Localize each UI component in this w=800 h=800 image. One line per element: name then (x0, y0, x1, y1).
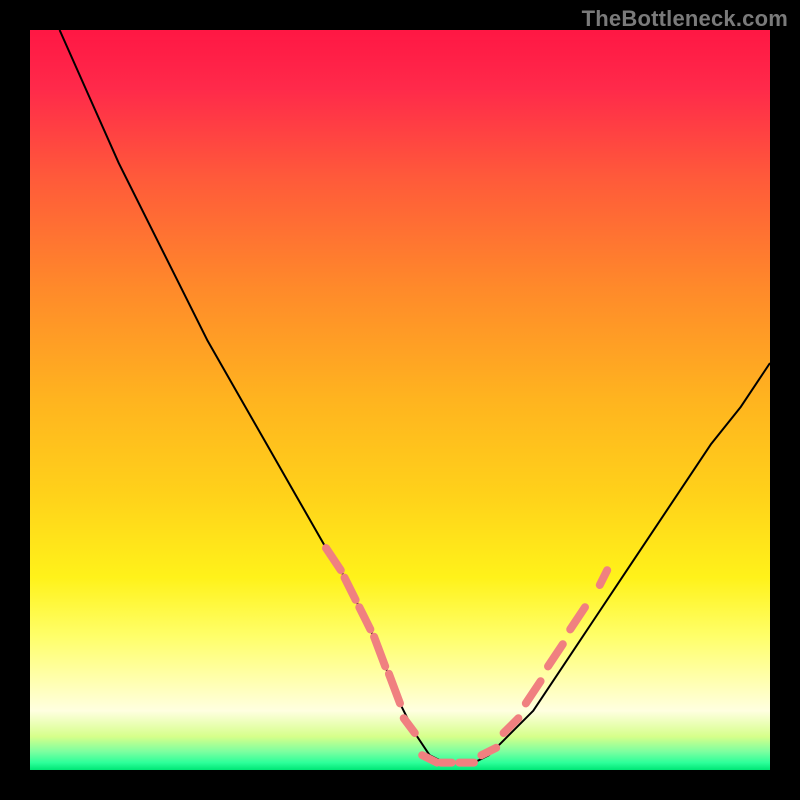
plot-area (30, 30, 770, 770)
bottleneck-curve (60, 30, 770, 763)
dash-segment (345, 578, 356, 600)
dash-segment (548, 644, 563, 666)
dash-segment (422, 755, 437, 762)
dash-segment (481, 748, 496, 755)
outer-frame: TheBottleneck.com (0, 0, 800, 800)
dash-segment (526, 681, 541, 703)
curve-layer (30, 30, 770, 770)
dash-segment (600, 570, 607, 585)
dash-segment (359, 607, 370, 629)
watermark-text: TheBottleneck.com (582, 6, 788, 32)
dash-segment (570, 607, 585, 629)
dash-segment (404, 718, 415, 733)
dash-segment (326, 548, 341, 570)
dash-segment (389, 674, 400, 704)
dash-segment (504, 718, 519, 733)
dash-segment (374, 637, 385, 667)
